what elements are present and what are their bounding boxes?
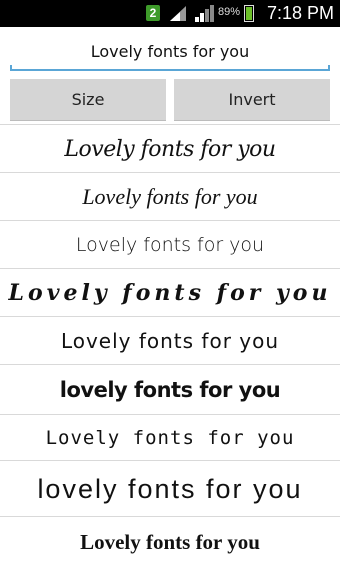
cell-signal-icon: [195, 5, 214, 22]
font-preview-item[interactable]: Lovely fonts for you: [0, 316, 340, 365]
preview-text-input[interactable]: [10, 33, 330, 71]
font-preview-item[interactable]: Lovely fonts for you: [0, 124, 340, 173]
font-preview-item[interactable]: Lovely fonts for you: [0, 172, 340, 221]
status-bar: 2 89% 7:18 PM: [0, 0, 340, 27]
clock: 7:18 PM: [266, 3, 334, 23]
wifi-signal-icon: [170, 6, 186, 21]
font-preview-item[interactable]: lovely fonts for you: [0, 364, 340, 415]
battery-percent: 89%: [218, 6, 241, 18]
size-button[interactable]: Size: [10, 79, 166, 121]
font-preview-item[interactable]: Lovely fonts for you: [0, 220, 340, 269]
font-preview-item[interactable]: Lovely fonts for you: [0, 414, 340, 461]
font-preview-item[interactable]: Lovely fonts for you: [0, 268, 340, 317]
text-input-container: [10, 33, 330, 71]
font-preview-item[interactable]: lovely fonts for you: [0, 460, 340, 517]
invert-button[interactable]: Invert: [174, 79, 330, 121]
font-preview-item[interactable]: Lovely fonts for you: [0, 516, 340, 567]
battery-icon: [244, 5, 254, 22]
notification-badge: 2: [146, 5, 160, 21]
